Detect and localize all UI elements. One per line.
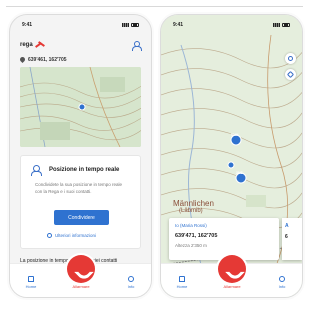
battery-icon-right xyxy=(282,23,290,27)
mini-map[interactable] xyxy=(20,67,141,147)
system-icons-right xyxy=(273,23,290,27)
info-icon xyxy=(47,233,52,238)
status-bar: 9:41 xyxy=(10,15,151,35)
info-tab-icon-right xyxy=(279,276,285,282)
next-location-card[interactable]: A 6 xyxy=(282,218,302,260)
map-place-sublabel: (Läbmib) xyxy=(179,208,203,214)
status-time-right: 9:41 xyxy=(173,22,184,28)
locate-button[interactable] xyxy=(285,53,296,64)
home-icon xyxy=(28,276,34,282)
layers-icon xyxy=(286,70,295,79)
logo-text: rega xyxy=(20,42,33,48)
signal-icon-right xyxy=(273,23,280,27)
phone-icon-right xyxy=(227,264,237,274)
more-info-link[interactable]: Ulteriori informazioni xyxy=(47,233,96,238)
coordinates-text: 639'461, 162'705 xyxy=(28,57,67,63)
contacts-icon[interactable] xyxy=(132,40,142,51)
rega-cross-icon xyxy=(35,41,45,49)
status-time: 9:41 xyxy=(22,22,33,28)
layers-button[interactable] xyxy=(285,69,296,80)
tab-info-label: Info xyxy=(127,284,135,289)
tab-home-label: Home xyxy=(25,284,37,289)
info-tab-icon xyxy=(128,276,134,282)
tab-info-right[interactable]: Info xyxy=(269,276,295,289)
share-button[interactable]: Condividere xyxy=(54,210,109,225)
phone-map-screen: 9:41 5NM 3NS Männlichen (Läbmib) Io (Mar… xyxy=(160,14,303,298)
phone-icon xyxy=(76,264,86,274)
map-badge-1: 5NM xyxy=(231,133,239,137)
status-bar-right: 9:41 xyxy=(161,15,302,35)
side-card-line1: A xyxy=(285,223,289,229)
location-popup[interactable]: Io (Maria Rossi) 639'471, 162'705 Altezz… xyxy=(169,218,279,260)
phone-home-screen: 9:41 rega 639'461, 162'705 Posizione in … xyxy=(9,14,152,298)
popup-name: Io (Maria Rossi) xyxy=(175,223,207,228)
coordinates-bar: 639'461, 162'705 xyxy=(20,55,141,65)
alarm-call-button[interactable] xyxy=(66,255,95,283)
more-info-label: Ulteriori informazioni xyxy=(55,233,97,238)
tab-alarm-right[interactable]: Allarmare xyxy=(219,284,245,289)
top-divider xyxy=(6,6,303,7)
card-description: Condividete la sua posizione in tempo re… xyxy=(35,182,123,194)
card-title: Posizione in tempo reale xyxy=(49,167,120,173)
tab-alarm-label: Allarmare xyxy=(72,284,90,289)
alarm-call-button-right[interactable] xyxy=(217,255,246,283)
app-header: rega xyxy=(10,37,151,53)
rega-logo: rega xyxy=(20,41,45,49)
locate-icon xyxy=(288,56,293,61)
popup-altitude: Altezza 2'350 m xyxy=(175,243,207,248)
tab-home-label-right: Home xyxy=(176,284,188,289)
tab-alarm[interactable]: Allarmare xyxy=(68,284,94,289)
tab-info-label-right: Info xyxy=(278,284,286,289)
system-icons xyxy=(122,23,139,27)
live-location-card: Posizione in tempo reale Condividete la … xyxy=(20,155,141,249)
map-place-label: Männlichen xyxy=(173,199,214,208)
map-badge-2: 3NS xyxy=(236,171,243,175)
popup-coordinates: 639'471, 162'705 xyxy=(175,233,218,239)
card-header: Posizione in tempo reale xyxy=(31,165,134,176)
home-icon-right xyxy=(179,276,185,282)
battery-icon xyxy=(131,23,139,27)
tab-home[interactable]: Home xyxy=(18,276,44,289)
side-card-line2: 6 xyxy=(285,234,288,240)
tab-info[interactable]: Info xyxy=(118,276,144,289)
person-icon xyxy=(31,165,42,176)
signal-icon xyxy=(122,23,129,27)
tab-bar: Home Allarmare Info xyxy=(10,255,151,297)
tab-home-right[interactable]: Home xyxy=(169,276,195,289)
location-pin-icon xyxy=(20,57,25,63)
tab-bar-right: Home Allarmare Info xyxy=(161,255,302,297)
topo-map-graphic xyxy=(20,67,141,147)
tab-alarm-label-right: Allarmare xyxy=(223,284,241,289)
screenshot-stage: 9:41 rega 639'461, 162'705 Posizione in … xyxy=(0,0,309,316)
